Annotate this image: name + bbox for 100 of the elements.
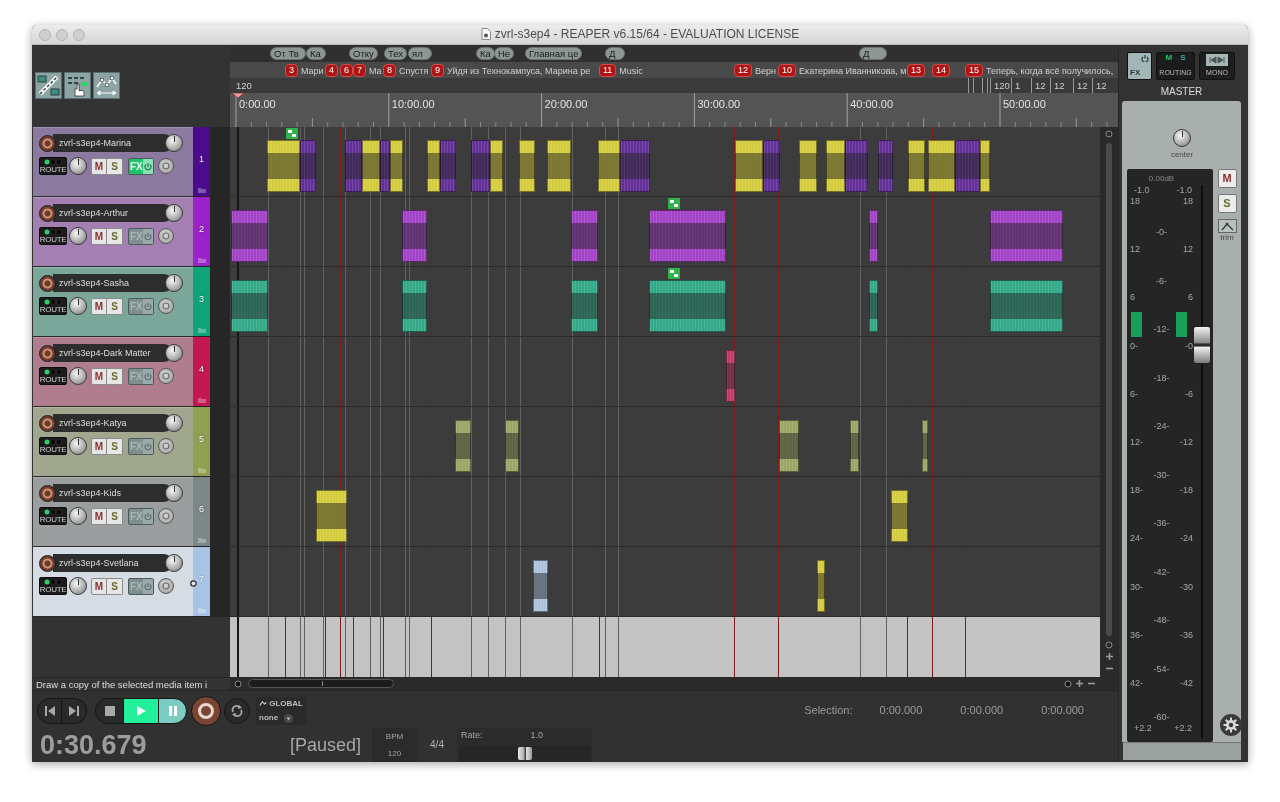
media-item[interactable]: [533, 560, 548, 612]
region-marker[interactable]: Ка: [476, 47, 495, 60]
media-item[interactable]: [928, 140, 955, 192]
media-item[interactable]: [649, 280, 726, 332]
arrange-view[interactable]: [230, 127, 1100, 677]
ring-toggle-button[interactable]: [158, 228, 174, 244]
mute-button[interactable]: M: [91, 227, 107, 245]
ring-toggle-button[interactable]: [158, 578, 174, 594]
mute-button[interactable]: M: [91, 507, 107, 525]
media-item[interactable]: [362, 140, 380, 192]
route-button[interactable]: ROUTE: [39, 577, 67, 595]
mute-button[interactable]: M: [91, 157, 107, 175]
region-marker[interactable]: Д: [605, 47, 625, 60]
solo-button[interactable]: S: [1217, 194, 1237, 213]
marker-number[interactable]: 4: [325, 64, 338, 77]
media-item[interactable]: [869, 210, 878, 262]
repeat-button[interactable]: [224, 698, 250, 724]
settings-button[interactable]: [1220, 714, 1242, 736]
volume-knob[interactable]: [165, 204, 183, 222]
region-marker[interactable]: Тех: [384, 47, 408, 60]
scroll-thumb[interactable]: [248, 679, 394, 688]
ring-toggle-button[interactable]: [158, 368, 174, 384]
automation-mode-dropdown[interactable]: none: [259, 713, 303, 723]
play-button[interactable]: [124, 698, 158, 724]
media-item[interactable]: [649, 210, 726, 262]
time-signature[interactable]: 4/4: [417, 728, 457, 762]
media-item[interactable]: [891, 490, 908, 542]
ring-toggle-button[interactable]: [158, 298, 174, 314]
horizontal-scrollbar[interactable]: [230, 677, 1118, 690]
region-marker[interactable]: Отку: [349, 47, 378, 60]
marker-number[interactable]: 13: [907, 64, 925, 77]
media-item[interactable]: [490, 140, 503, 192]
pan-knob[interactable]: [69, 437, 87, 455]
media-item[interactable]: [231, 280, 268, 332]
media-item[interactable]: [817, 560, 825, 612]
media-item[interactable]: [427, 140, 440, 192]
tempo-box[interactable]: BPM 120: [372, 728, 417, 762]
timeline-ruler[interactable]: 0:00.00 10:00.00 20:00.00 30:00.00 40:00.00 50:00.00: [230, 93, 1118, 127]
zoom-in-icon[interactable]: [1104, 652, 1114, 661]
ring-toggle-button[interactable]: [158, 508, 174, 524]
pan-knob[interactable]: [69, 227, 87, 245]
media-item[interactable]: [990, 280, 1063, 332]
stop-button[interactable]: [95, 698, 124, 724]
solo-button[interactable]: S: [107, 437, 123, 455]
marker-number[interactable]: 10: [778, 64, 796, 77]
volume-knob[interactable]: [165, 554, 183, 572]
region-marker[interactable]: Главная це: [525, 47, 583, 60]
media-item[interactable]: [519, 140, 535, 192]
route-button[interactable]: ROUTE: [39, 507, 67, 525]
ring-toggle-button[interactable]: [158, 158, 174, 174]
media-item[interactable]: [390, 140, 403, 192]
record-button[interactable]: [191, 696, 221, 726]
media-item[interactable]: [402, 210, 427, 262]
marker-number[interactable]: 6: [340, 64, 353, 77]
media-item[interactable]: [402, 280, 427, 332]
media-item[interactable]: [316, 490, 347, 542]
media-item[interactable]: [547, 140, 571, 192]
mute-button[interactable]: M: [91, 297, 107, 315]
media-item[interactable]: [908, 140, 925, 192]
ring-toggle-button[interactable]: [158, 438, 174, 454]
media-item[interactable]: [735, 140, 763, 192]
rate-slider[interactable]: [459, 746, 590, 761]
marker-number[interactable]: 7: [353, 64, 366, 77]
volume-knob[interactable]: [165, 134, 183, 152]
mute-button[interactable]: M: [91, 367, 107, 385]
marker-number[interactable]: 15: [965, 64, 983, 77]
solo-button[interactable]: S: [107, 157, 123, 175]
volume-knob[interactable]: [165, 274, 183, 292]
media-item[interactable]: [980, 140, 990, 192]
rate-slider-thumb[interactable]: [517, 747, 532, 760]
pan-knob[interactable]: [69, 507, 87, 525]
media-item[interactable]: [990, 210, 1063, 262]
region-marker[interactable]: Не: [494, 47, 515, 60]
media-item[interactable]: [455, 420, 471, 472]
solo-button[interactable]: S: [107, 367, 123, 385]
solo-button[interactable]: S: [107, 507, 123, 525]
media-item[interactable]: [779, 420, 799, 472]
solo-button[interactable]: S: [107, 227, 123, 245]
media-item[interactable]: [571, 210, 598, 262]
media-item[interactable]: [799, 140, 817, 192]
route-button[interactable]: ROUTE: [39, 227, 67, 245]
vertical-scrollbar[interactable]: [1100, 127, 1118, 677]
fader-thumb[interactable]: [1193, 325, 1211, 364]
volume-knob[interactable]: [165, 484, 183, 502]
marker-number[interactable]: 3: [285, 64, 298, 77]
marker-number[interactable]: 8: [383, 64, 396, 77]
media-item[interactable]: [826, 140, 845, 192]
media-item[interactable]: [869, 280, 878, 332]
volume-knob[interactable]: [165, 344, 183, 362]
pan-knob[interactable]: [69, 157, 87, 175]
envelope-points-icon[interactable]: [93, 72, 120, 99]
mute-button[interactable]: M: [91, 577, 107, 595]
route-button[interactable]: ROUTE: [39, 297, 67, 315]
global-envelope-button[interactable]: GLOBAL: [259, 699, 303, 708]
route-button[interactable]: ROUTE: [39, 157, 67, 175]
media-item[interactable]: [922, 420, 928, 472]
region-marker[interactable]: От Тв: [270, 47, 306, 60]
pan-knob[interactable]: [69, 297, 87, 315]
media-item[interactable]: [231, 210, 268, 262]
pan-knob[interactable]: [1173, 129, 1191, 147]
